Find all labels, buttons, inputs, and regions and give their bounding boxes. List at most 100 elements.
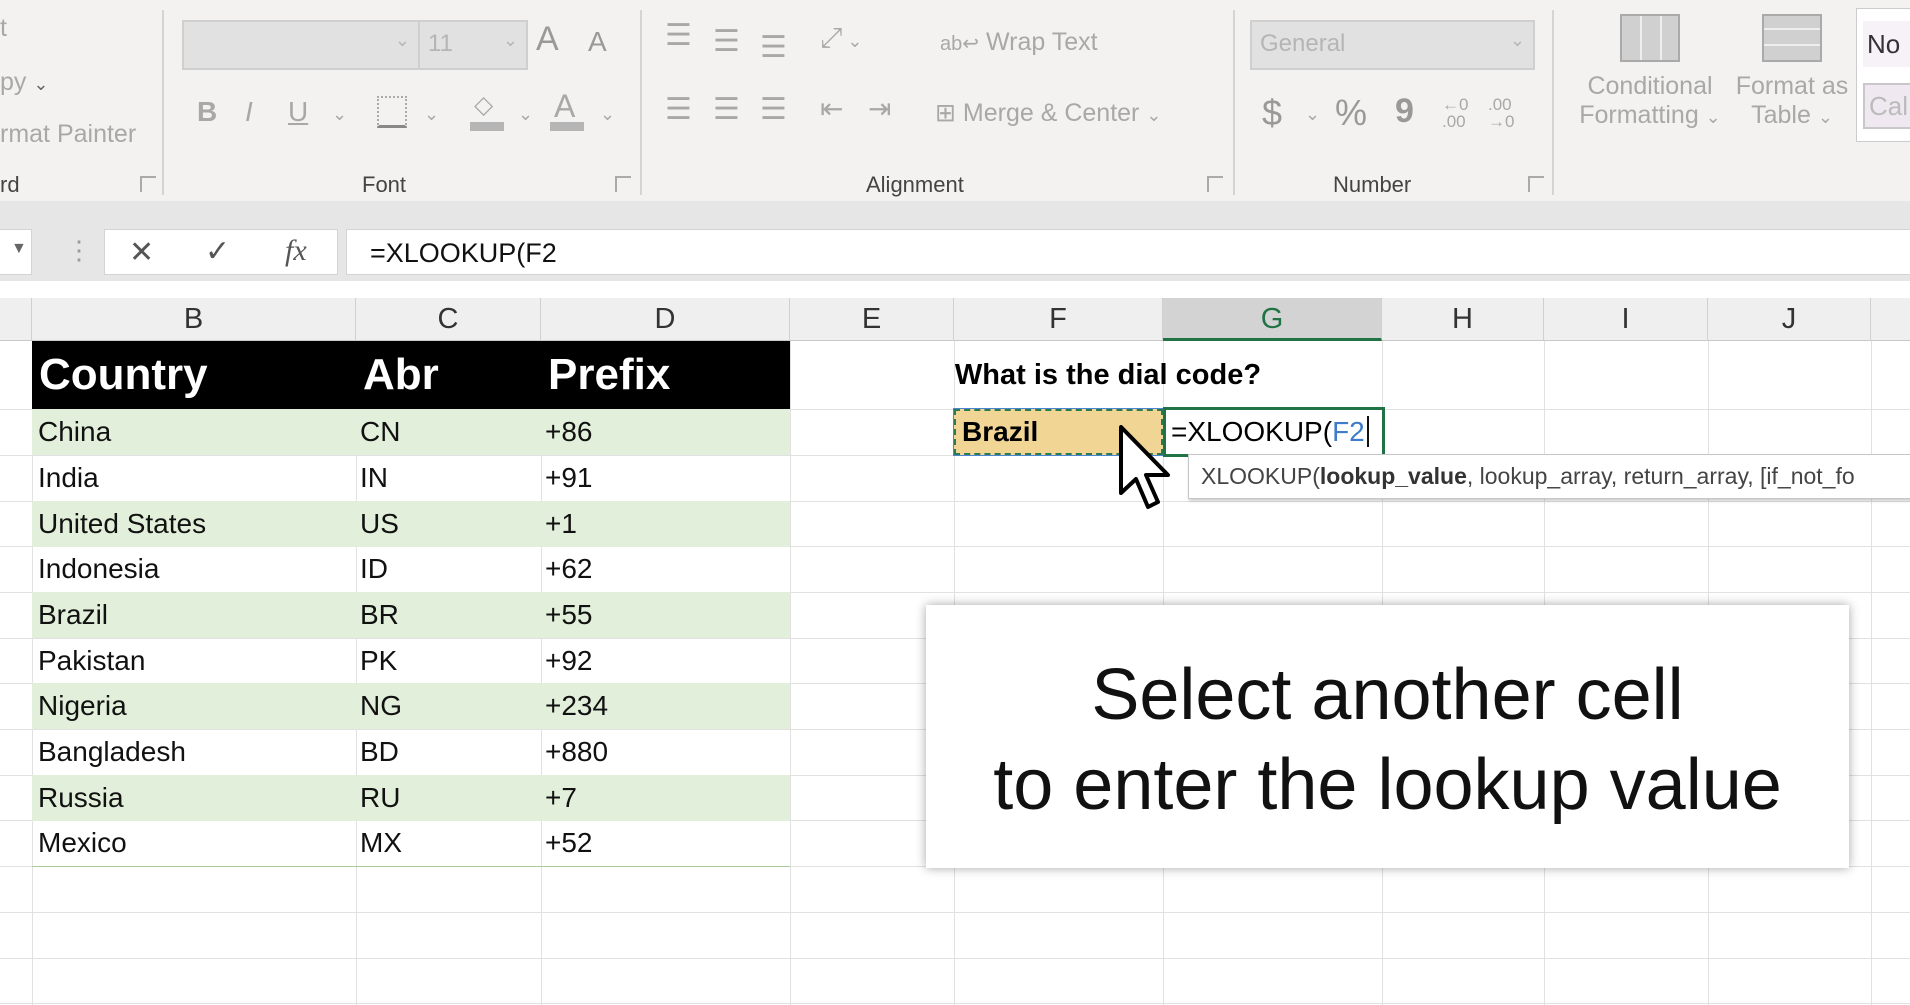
chevron-down-icon[interactable]: ⌄: [600, 104, 615, 125]
top-align-icon[interactable]: ☰: [665, 18, 692, 53]
prefix-cell[interactable]: +91: [545, 455, 593, 501]
increase-decimal-button[interactable]: ←0 .00: [1442, 96, 1482, 130]
column-header[interactable]: C: [356, 298, 541, 341]
percent-button[interactable]: %: [1335, 92, 1367, 134]
conditional-formatting-button[interactable]: Conditional Formatting ⌄: [1575, 14, 1725, 154]
dialog-launcher-icon[interactable]: [615, 176, 631, 192]
dialog-launcher-icon[interactable]: [1207, 176, 1223, 192]
abr-cell[interactable]: ID: [360, 546, 388, 592]
underline-button[interactable]: U: [288, 96, 308, 128]
chevron-down-icon[interactable]: ⌄: [1305, 104, 1320, 125]
bold-button[interactable]: B: [197, 96, 217, 128]
column-header[interactable]: E: [790, 298, 954, 341]
column-header[interactable]: D: [541, 298, 790, 341]
name-box[interactable]: ▼: [0, 229, 32, 275]
prefix-cell[interactable]: +55: [545, 592, 593, 638]
format-painter-button[interactable]: rmat Painter: [0, 120, 136, 149]
column-header-a[interactable]: [0, 298, 32, 341]
country-cell[interactable]: China: [38, 409, 111, 455]
style-normal[interactable]: No: [1863, 21, 1910, 67]
fill-color-icon[interactable]: ◇: [474, 90, 493, 120]
align-left-icon[interactable]: ☰: [665, 92, 692, 127]
cut-button[interactable]: t: [0, 14, 7, 43]
chevron-down-icon[interactable]: ⌄: [424, 104, 439, 125]
divider: [640, 10, 642, 195]
italic-button[interactable]: I: [245, 96, 253, 128]
prefix-cell[interactable]: +7: [545, 775, 577, 821]
column-header[interactable]: J: [1708, 298, 1871, 341]
enter-check-icon[interactable]: ✓: [205, 234, 230, 269]
abr-cell[interactable]: PK: [360, 638, 397, 684]
shrink-font-button[interactable]: A: [588, 26, 607, 58]
country-cell[interactable]: Brazil: [38, 592, 108, 638]
grip-icon[interactable]: ⋮: [66, 235, 92, 266]
middle-align-icon[interactable]: ☰: [713, 24, 740, 59]
decrease-indent-icon[interactable]: ⇤: [820, 92, 843, 125]
prefix-cell[interactable]: +234: [545, 683, 608, 729]
font-size-select[interactable]: 11 ⌄: [418, 20, 528, 70]
dialog-launcher-icon[interactable]: [1528, 176, 1544, 192]
column-header[interactable]: B: [32, 298, 356, 341]
column-header-selected[interactable]: G: [1163, 298, 1382, 341]
borders-icon[interactable]: [377, 96, 407, 128]
column-header[interactable]: F: [954, 298, 1163, 341]
header-abr: Abr: [363, 350, 439, 399]
number-group-label: Number: [1333, 172, 1412, 197]
font-group-label: Font: [362, 172, 407, 197]
number-format-select[interactable]: General ⌄: [1250, 20, 1535, 70]
editing-cell-g2[interactable]: =XLOOKUP(F2: [1163, 407, 1385, 457]
abr-cell[interactable]: RU: [360, 775, 400, 821]
increase-indent-icon[interactable]: ⇥: [868, 92, 891, 125]
style-calculation[interactable]: Cal: [1863, 83, 1910, 129]
chevron-down-icon[interactable]: ⌄: [332, 104, 347, 125]
wrap-text-button[interactable]: ab↩ Wrap Text: [940, 28, 1098, 57]
prefix-cell[interactable]: +52: [545, 820, 593, 866]
abr-cell[interactable]: IN: [360, 455, 388, 501]
currency-button[interactable]: $: [1262, 92, 1282, 134]
abr-cell[interactable]: CN: [360, 409, 400, 455]
column-header[interactable]: H: [1382, 298, 1544, 341]
abr-cell[interactable]: MX: [360, 820, 402, 866]
formula-input[interactable]: =XLOOKUP(F2: [346, 229, 1910, 275]
prefix-cell[interactable]: +86: [545, 409, 593, 455]
country-cell[interactable]: India: [38, 455, 99, 501]
prefix-cell[interactable]: +92: [545, 638, 593, 684]
country-cell[interactable]: Russia: [38, 775, 124, 821]
bottom-align-icon[interactable]: ☰: [760, 30, 787, 65]
country-cell[interactable]: Bangladesh: [38, 729, 186, 775]
abr-cell[interactable]: BR: [360, 592, 399, 638]
prefix-cell[interactable]: +62: [545, 546, 593, 592]
dialog-launcher-icon[interactable]: [140, 176, 156, 192]
tooltip-function[interactable]: XLOOKUP(: [1201, 463, 1320, 489]
country-cell[interactable]: Mexico: [38, 820, 127, 866]
format-as-table-button[interactable]: Format as Table ⌄: [1733, 14, 1851, 154]
cancel-icon[interactable]: ✕: [129, 235, 154, 270]
abr-cell[interactable]: US: [360, 501, 399, 547]
insert-function-icon[interactable]: fx: [285, 234, 307, 268]
ribbon-bottom-border: [0, 201, 1910, 229]
column-header[interactable]: I: [1544, 298, 1708, 341]
country-cell[interactable]: Indonesia: [38, 546, 159, 592]
prefix-cell[interactable]: +1: [545, 501, 577, 547]
decrease-decimal-button[interactable]: .00 →0: [1488, 96, 1528, 130]
align-right-icon[interactable]: ☰: [760, 92, 787, 127]
font-color-button[interactable]: A: [554, 88, 575, 125]
grow-font-button[interactable]: A: [536, 20, 559, 59]
orientation-icon[interactable]: ⤢ ⌄: [820, 22, 863, 55]
abr-cell[interactable]: BD: [360, 729, 399, 775]
table-row: Nigeria NG +234: [32, 683, 790, 729]
fill-color-swatch: [470, 122, 504, 131]
chevron-down-icon[interactable]: ⌄: [518, 104, 533, 125]
abr-cell[interactable]: NG: [360, 683, 402, 729]
font-name-select[interactable]: ⌄: [182, 20, 420, 70]
country-cell[interactable]: Nigeria: [38, 683, 127, 729]
tooltip-current-arg[interactable]: lookup_value: [1320, 463, 1467, 489]
align-center-icon[interactable]: ☰: [713, 92, 740, 127]
function-tooltip: XLOOKUP(lookup_value, lookup_array, retu…: [1188, 454, 1910, 499]
copy-button[interactable]: py ⌄: [0, 68, 48, 97]
comma-button[interactable]: 9: [1395, 92, 1414, 131]
country-cell[interactable]: Pakistan: [38, 638, 145, 684]
merge-center-button[interactable]: ⊞ Merge & Center ⌄: [935, 98, 1161, 128]
country-cell[interactable]: United States: [38, 501, 206, 547]
prefix-cell[interactable]: +880: [545, 729, 608, 775]
